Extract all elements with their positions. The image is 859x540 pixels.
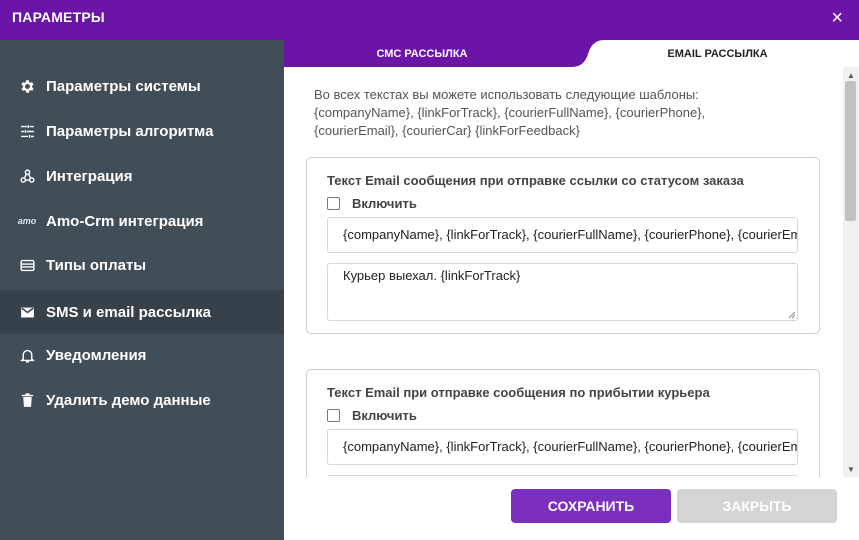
resize-grip-icon[interactable] xyxy=(788,311,796,319)
tab-sms[interactable]: СМС РАССЫЛКА xyxy=(284,40,584,67)
scroll-down-icon[interactable]: ▼ xyxy=(847,465,855,474)
window-title: ПАРАМЕТРЫ xyxy=(12,9,105,25)
sidebar-item-notifications[interactable]: Уведомления xyxy=(0,333,284,377)
enable-checkbox[interactable] xyxy=(327,197,340,210)
email-body-text: Курьер выехал. {linkForTrack} xyxy=(343,268,521,283)
sidebar-item-label: Уведомления xyxy=(46,346,147,364)
enable-checkbox[interactable] xyxy=(327,409,340,422)
sidebar-item-algorithm-settings[interactable]: Параметры алгоритма xyxy=(0,109,284,153)
checkbox-label: Включить xyxy=(352,196,417,211)
sidebar: Параметры системы Параметры алгоритма Ин… xyxy=(0,40,284,540)
card-title: Текст Email сообщения при отправке ссылк… xyxy=(327,173,744,188)
sidebar-item-label: Amo-Crm интеграция xyxy=(46,212,204,230)
gear-icon xyxy=(18,77,36,95)
close-button[interactable]: ЗАКРЫТЬ xyxy=(677,489,837,523)
save-button[interactable]: СОХРАНИТЬ xyxy=(511,489,671,523)
email-subject-input[interactable]: {companyName}, {linkForTrack}, {courierF… xyxy=(327,217,798,253)
trash-icon xyxy=(18,391,36,409)
tab-email[interactable]: EMAIL РАССЫЛКА xyxy=(572,40,859,67)
dialog-footer: СОХРАНИТЬ ЗАКРЫТЬ xyxy=(284,477,859,540)
close-icon[interactable]: × xyxy=(831,8,843,28)
sidebar-item-delete-demo[interactable]: Удалить демо данные xyxy=(0,378,284,422)
sidebar-item-integration[interactable]: Интеграция xyxy=(0,154,284,198)
sidebar-item-label: Параметры системы xyxy=(46,77,201,95)
sliders-icon xyxy=(18,122,36,140)
email-card-courier-arrival: Текст Email при отправке сообщения по пр… xyxy=(306,369,820,477)
amo-icon: amo xyxy=(17,216,37,226)
email-subject-input[interactable]: {companyName}, {linkForTrack}, {courierF… xyxy=(327,429,798,465)
email-card-order-status: Текст Email сообщения при отправке ссылк… xyxy=(306,157,820,334)
enable-checkbox-row[interactable]: Включить xyxy=(327,408,417,423)
sidebar-item-label: Удалить демо данные xyxy=(46,391,211,409)
scrollbar[interactable]: ▲ ▼ xyxy=(843,67,859,477)
enable-checkbox-row[interactable]: Включить xyxy=(327,196,417,211)
sidebar-item-system-settings[interactable]: Параметры системы xyxy=(0,64,284,108)
tab-label: EMAIL РАССЫЛКА xyxy=(667,47,768,60)
sidebar-item-sms-email[interactable]: SMS и email рассылка xyxy=(0,290,284,334)
email-settings-panel: Во всех текстах вы можете использовать с… xyxy=(284,67,843,477)
title-bar: ПАРАМЕТРЫ × xyxy=(0,0,859,40)
sidebar-item-label: Интеграция xyxy=(46,167,133,185)
sidebar-item-label: SMS и email рассылка xyxy=(46,303,211,321)
tab-bar: СМС РАССЫЛКА EMAIL РАССЫЛКА xyxy=(284,40,859,67)
sidebar-item-amocrm[interactable]: amo Amo-Crm интеграция xyxy=(0,199,284,243)
sidebar-item-label: Типы оплаты xyxy=(46,256,147,274)
checkbox-label: Включить xyxy=(352,408,417,423)
scroll-up-icon[interactable]: ▲ xyxy=(847,71,855,80)
card-title: Текст Email при отправке сообщения по пр… xyxy=(327,385,710,400)
templates-help-text: Во всех текстах вы можете использовать с… xyxy=(314,87,706,138)
tab-label: СМС РАССЫЛКА xyxy=(376,47,468,60)
wallet-icon xyxy=(18,256,36,274)
sidebar-item-label: Параметры алгоритма xyxy=(46,122,214,140)
bell-icon xyxy=(18,346,36,364)
integration-icon xyxy=(18,167,36,185)
scrollbar-thumb[interactable] xyxy=(845,81,856,221)
mail-icon xyxy=(18,303,36,321)
sidebar-item-payment-types[interactable]: Типы оплаты xyxy=(0,243,284,287)
email-body-textarea[interactable]: Курьер выехал. {linkForTrack} xyxy=(327,263,798,321)
